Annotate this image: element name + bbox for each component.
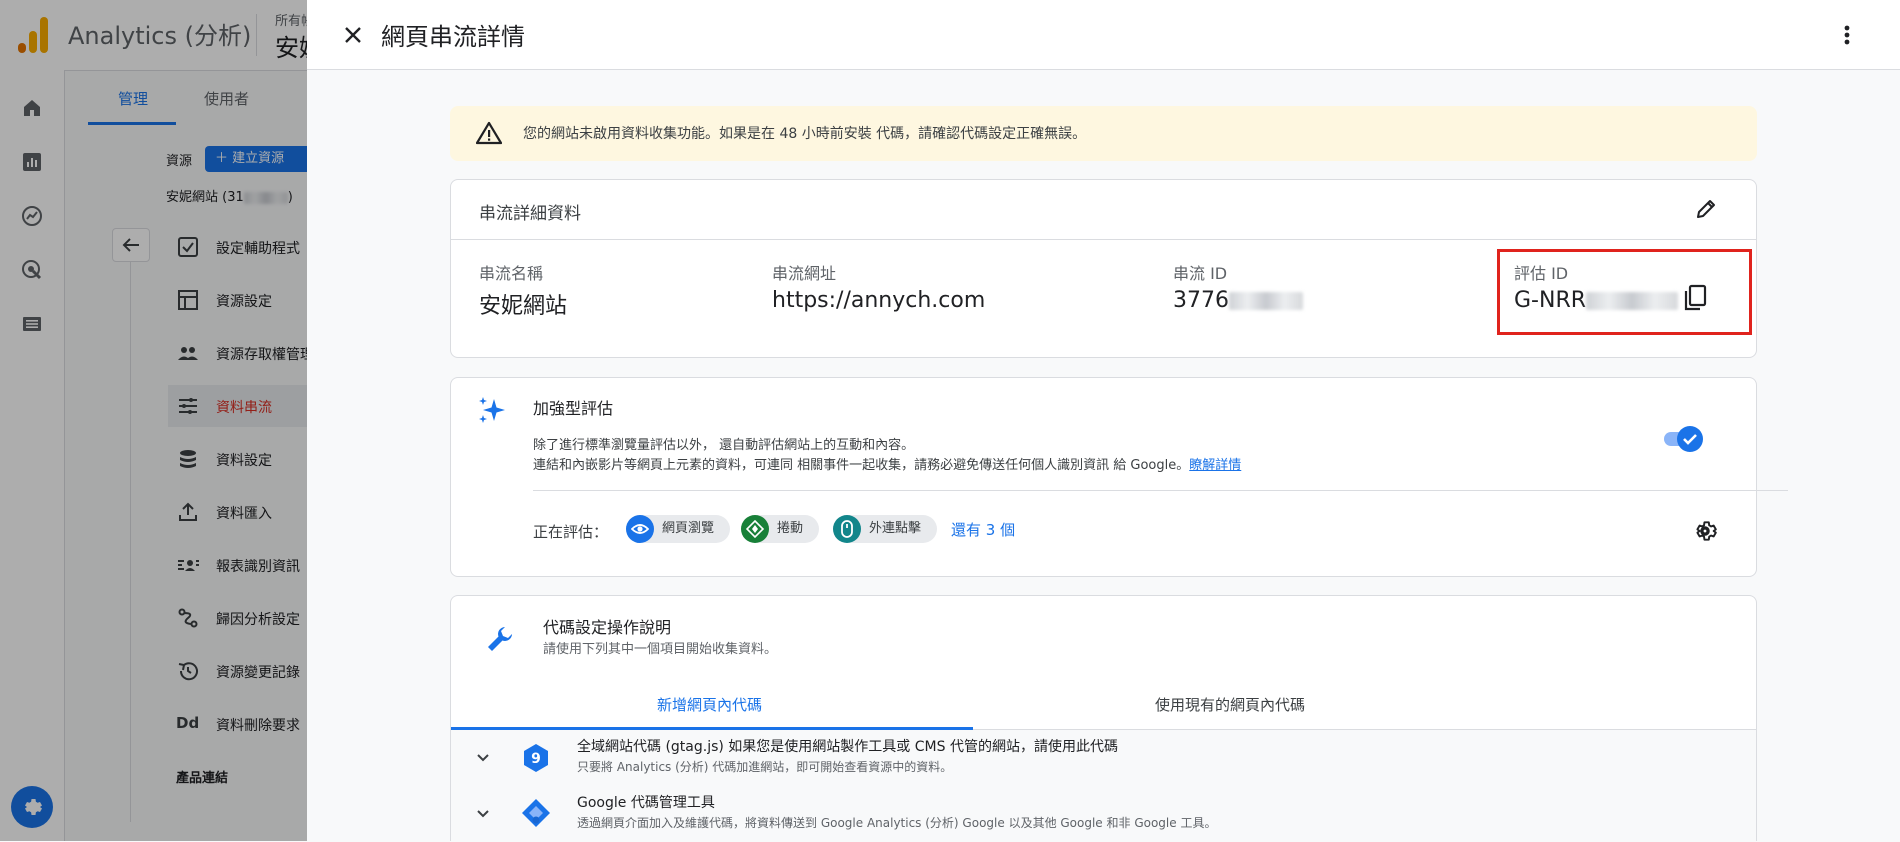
tag-manager-icon <box>521 798 551 832</box>
enhanced-measurement-toggle[interactable] <box>1664 424 1704 454</box>
learn-more-link[interactable]: 瞭解詳情 <box>1189 458 1241 473</box>
tagging-subtitle: 請使用下列其中一個項目開始收集資料。 <box>543 642 778 657</box>
stream-url-value: https://annych.com <box>772 288 986 313</box>
settings-gear-icon[interactable] <box>1692 518 1718 548</box>
enhanced-measurement-card: 加強型評估 除了進行標準瀏覽量評估以外， 還自動評估網站上的互動和內容。 連結和… <box>450 377 1788 577</box>
option-gtag[interactable]: 9 全域網站代碼 (gtag.js) 如果您是使用網站製作工具或 CMS 代管的… <box>451 730 1756 786</box>
scroll-icon <box>741 515 769 543</box>
enhanced-measurement-description: 除了進行標準瀏覽量評估以外， 還自動評估網站上的互動和內容。 連結和內嵌影片等網… <box>533 436 1533 476</box>
more-vert-icon[interactable] <box>1832 20 1862 50</box>
tab-use-existing-tag[interactable]: 使用現有的網頁內代碼 <box>1155 694 1305 715</box>
warning-banner: 您的網站未啟用資料收集功能。如果是在 48 小時前安裝 代碼，請確認代碼設定正確… <box>450 106 1757 161</box>
tagging-options: 9 全域網站代碼 (gtag.js) 如果您是使用網站製作工具或 CMS 代管的… <box>451 730 1756 842</box>
chip-page-views[interactable]: 網頁瀏覽 <box>626 515 730 543</box>
stream-details-card: 串流詳細資料 串流名稱 安妮網站 串流網址 https://annych.com… <box>450 179 1757 358</box>
tagging-instructions-card: 代碼設定操作說明 請使用下列其中一個項目開始收集資料。 新增網頁內代碼 使用現有… <box>450 595 1757 842</box>
stream-url-label: 串流網址 <box>772 264 837 283</box>
sparkle-icon <box>477 395 507 429</box>
web-stream-details-drawer: 網頁串流詳情 您的網站未啟用資料收集功能。如果是在 48 小時前安裝 代碼，請確… <box>307 0 1900 842</box>
warning-icon <box>475 121 503 149</box>
tagging-title: 代碼設定操作說明 <box>543 618 672 637</box>
edit-pencil-icon[interactable] <box>1694 197 1718 225</box>
chip-outbound-clicks[interactable]: 外連點擊 <box>833 515 937 543</box>
eye-icon <box>626 515 654 543</box>
warning-text: 您的網站未啟用資料收集功能。如果是在 48 小時前安裝 代碼，請確認代碼設定正確… <box>523 126 1087 142</box>
chevron-down-icon[interactable] <box>473 804 493 828</box>
desc-line-2: 連結和內嵌影片等網頁上元素的資料，可連同 相關事件一起收集，請務必避免傳送任何個… <box>533 458 1242 473</box>
stream-details-header: 串流詳細資料 <box>451 180 1756 240</box>
mouse-icon <box>833 515 861 543</box>
tab-add-new-tag[interactable]: 新增網頁內代碼 <box>657 694 762 715</box>
divider <box>533 490 1788 491</box>
stream-id-label: 串流 ID <box>1173 264 1228 283</box>
chevron-down-icon[interactable] <box>473 748 493 772</box>
stream-id-value: 3776 <box>1173 288 1303 313</box>
toggle-knob <box>1677 426 1703 452</box>
enhanced-measurement-title: 加強型評估 <box>533 399 614 418</box>
stream-name-label: 串流名稱 <box>479 264 544 283</box>
copy-icon[interactable] <box>1683 284 1707 316</box>
stream-details-title: 串流詳細資料 <box>479 204 581 224</box>
measurement-id-highlight <box>1497 249 1752 335</box>
wrench-icon <box>485 624 515 658</box>
drawer-header: 網頁串流詳情 <box>307 0 1900 70</box>
svg-text:9: 9 <box>531 751 541 767</box>
option-gtm[interactable]: Google 代碼管理工具 透過網頁介面加入及維護代碼，將資料傳送到 Googl… <box>451 786 1756 842</box>
drawer-title: 網頁串流詳情 <box>381 23 525 51</box>
chip-scroll[interactable]: 捲動 <box>741 515 819 543</box>
gtag-icon: 9 <box>521 742 551 778</box>
close-icon[interactable] <box>337 19 369 51</box>
desc-line-1: 除了進行標準瀏覽量評估以外， 還自動評估網站上的互動和內容。 <box>533 438 915 453</box>
check-icon <box>1683 434 1697 445</box>
more-measurements-link[interactable]: 還有 3 個 <box>951 519 1015 540</box>
stream-name-value: 安妮網站 <box>479 294 568 319</box>
measuring-label: 正在評估： <box>533 523 609 541</box>
